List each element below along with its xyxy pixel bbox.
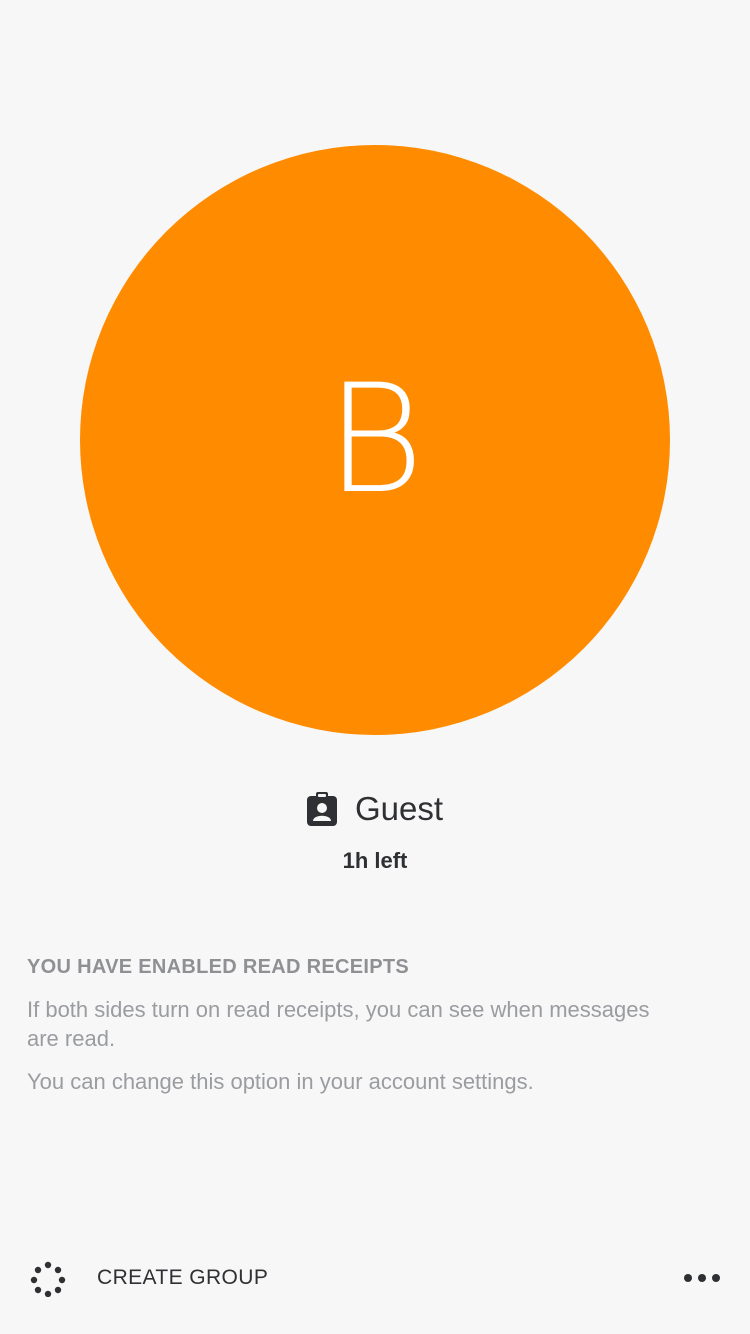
guest-time-left: 1h left: [342, 848, 408, 873]
create-group-icon[interactable]: [30, 1261, 66, 1297]
avatar-initial: B: [325, 353, 425, 527]
read-receipts-section: YOU HAVE ENABLED READ RECEIPTS If both s…: [27, 956, 687, 1110]
profile-name-row: Guest: [0, 790, 750, 828]
bottom-bar: CREATE GROUP: [0, 1248, 750, 1308]
read-receipts-settings-note: You can change this option in your accou…: [27, 1069, 534, 1094]
more-options-icon[interactable]: [683, 1268, 721, 1288]
guest-badge-icon: [306, 792, 337, 826]
read-receipts-description: If both sides turn on read receipts, you…: [27, 997, 650, 1051]
profile-avatar: B: [80, 145, 670, 735]
read-receipts-heading: YOU HAVE ENABLED READ RECEIPTS: [27, 956, 410, 978]
create-group-button[interactable]: CREATE GROUP: [97, 1266, 268, 1290]
user-name: Guest: [354, 790, 444, 827]
